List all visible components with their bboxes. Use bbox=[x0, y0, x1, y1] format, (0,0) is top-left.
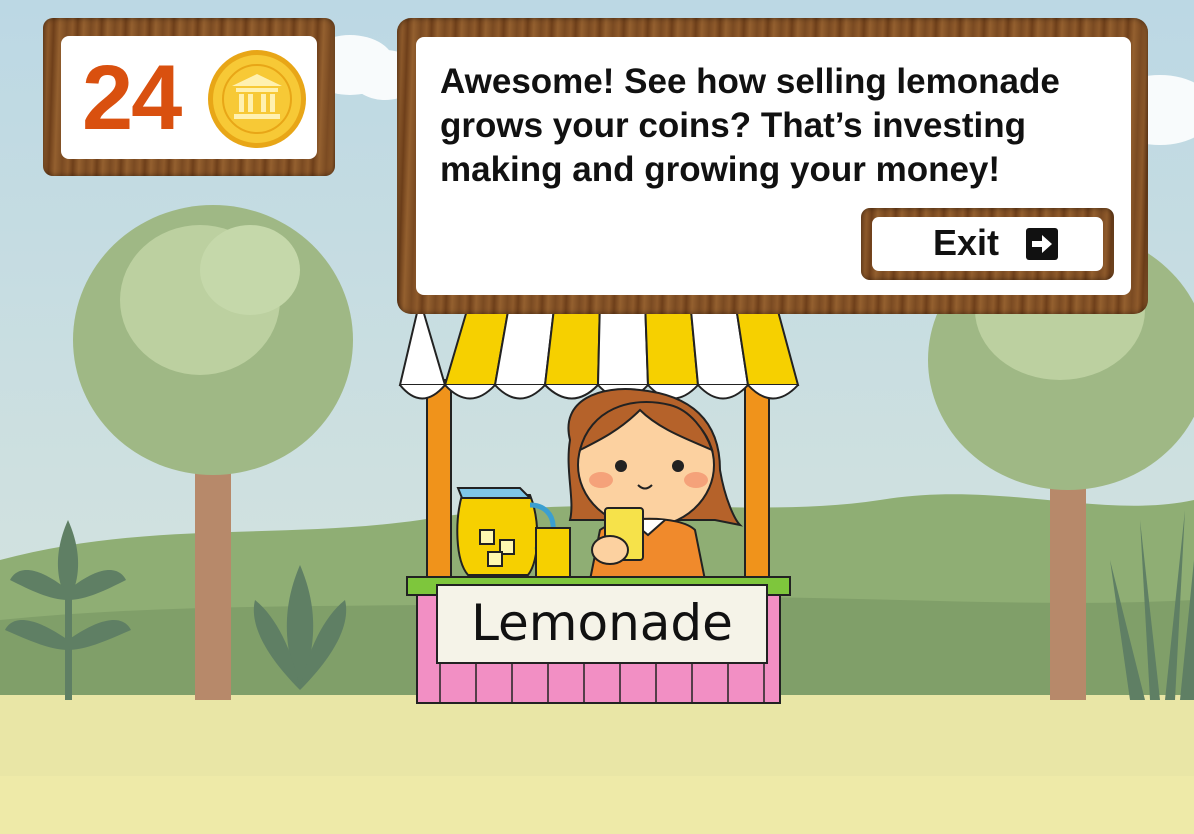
exit-button[interactable]: Exit bbox=[872, 217, 1103, 271]
exit-button-label: Exit bbox=[933, 222, 1000, 263]
exit-arrow-icon bbox=[1026, 228, 1058, 260]
bank-coin-icon bbox=[208, 50, 306, 148]
coin-count: 24 bbox=[82, 47, 182, 149]
dialog-message: Awesome! See how selling lemonade grows … bbox=[440, 62, 1060, 189]
glass bbox=[535, 527, 571, 579]
stand-sign-text: Lemonade bbox=[471, 594, 733, 652]
